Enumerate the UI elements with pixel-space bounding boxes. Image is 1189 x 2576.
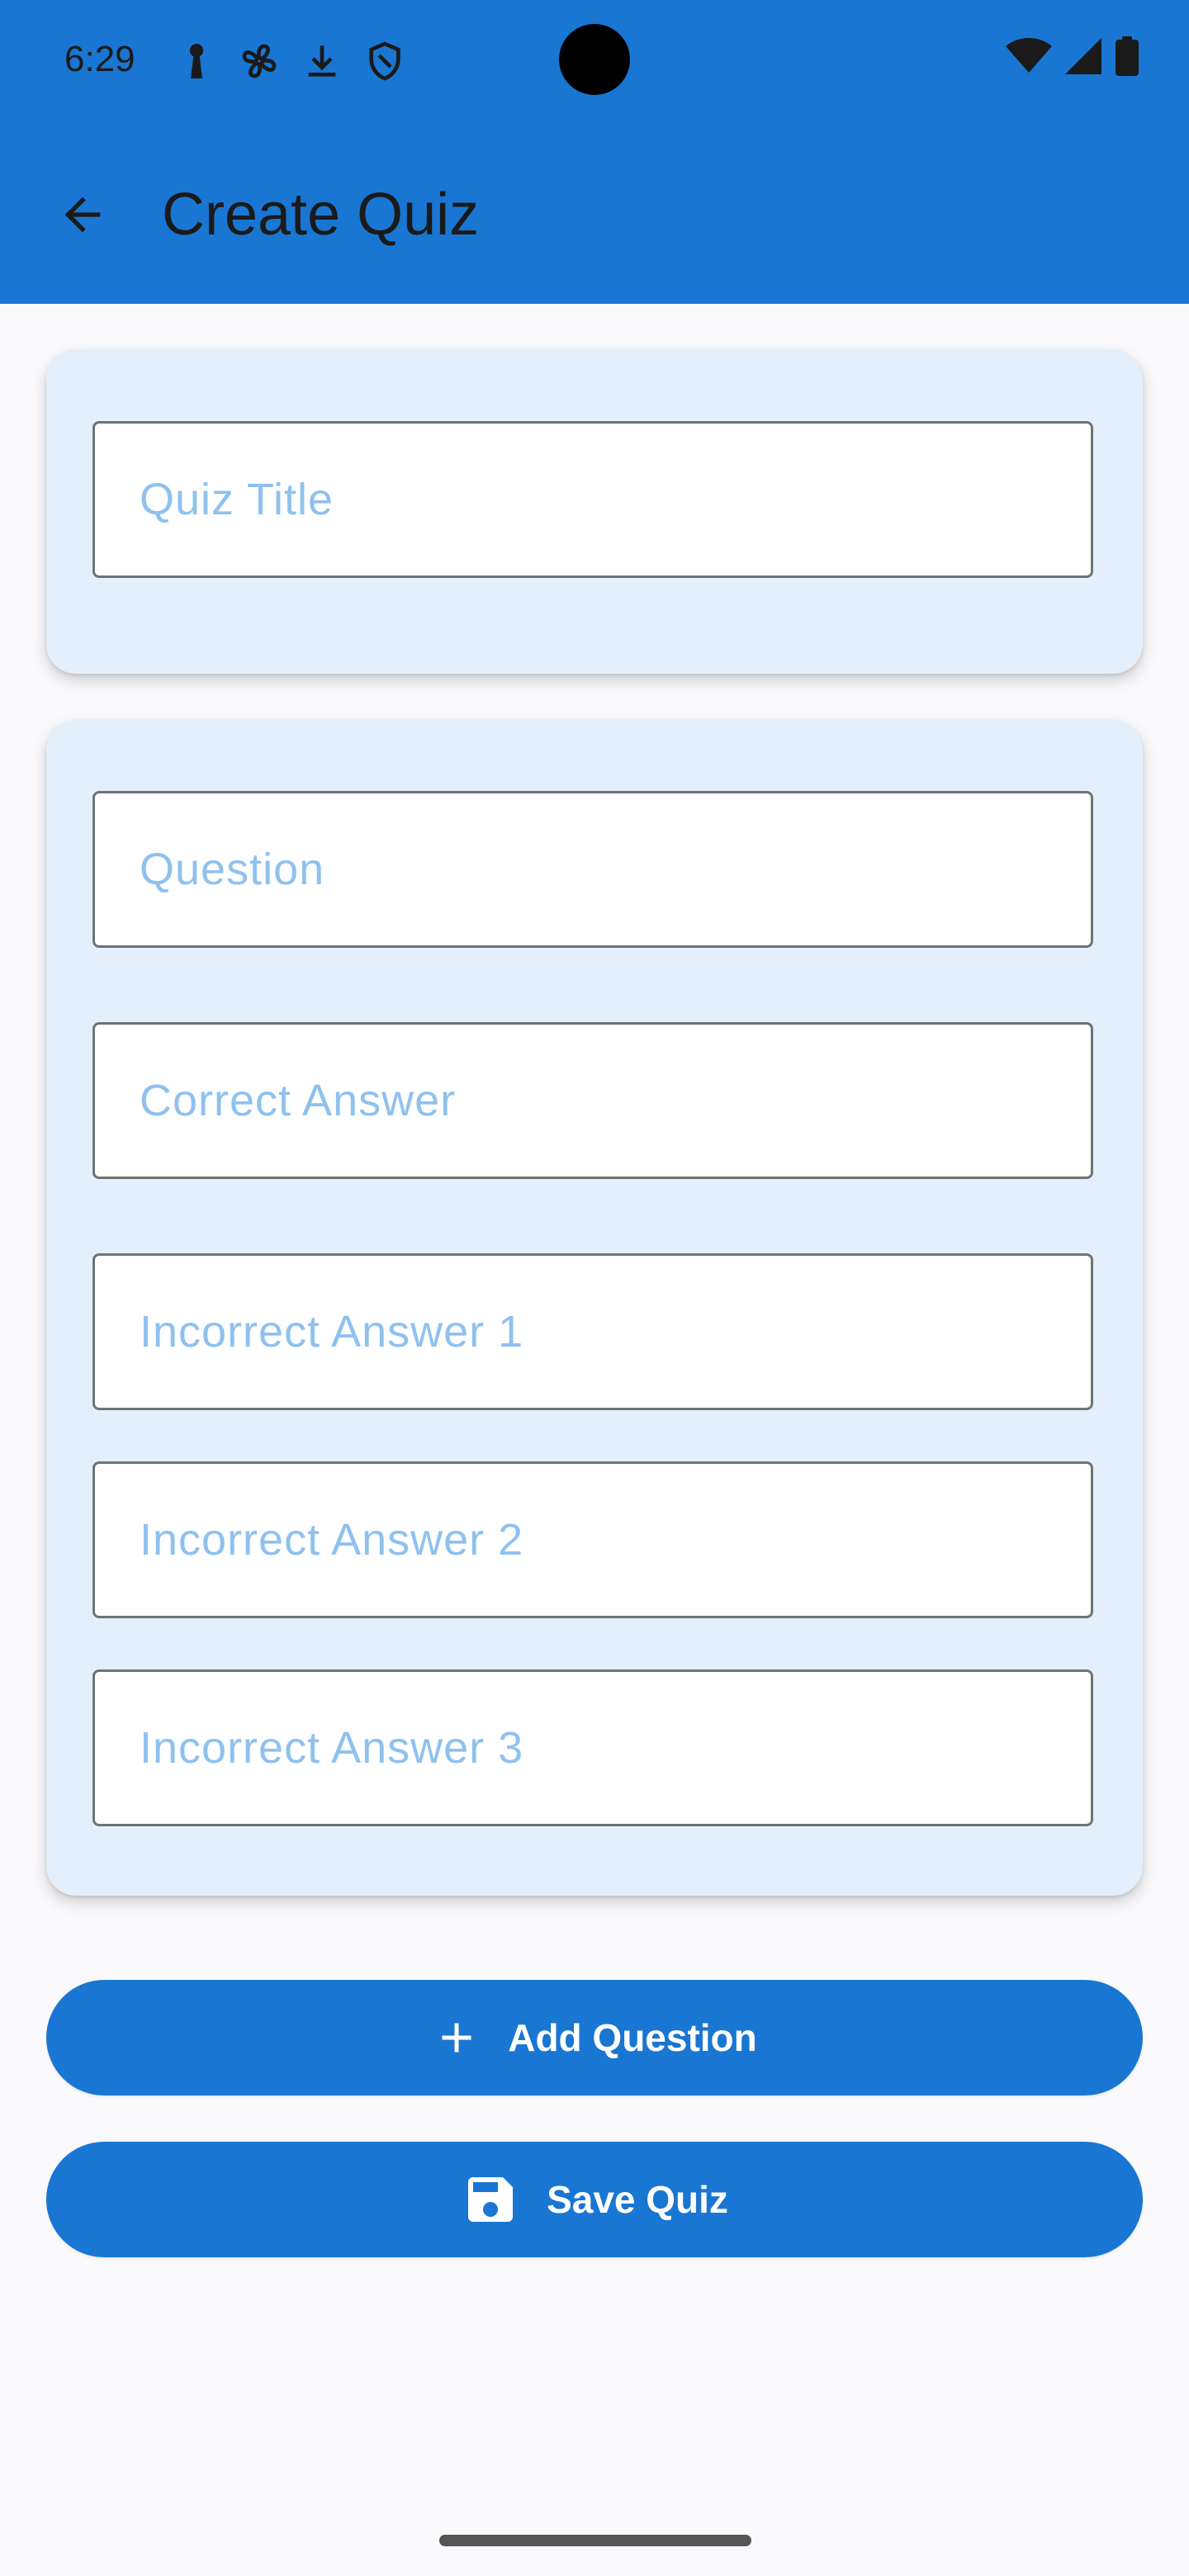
incorrect-answer-3-placeholder: Incorrect Answer 3 [140,1723,524,1773]
page-title: Create Quiz [162,182,480,248]
correct-answer-placeholder: Correct Answer [140,1076,457,1125]
add-question-button[interactable]: Add Question [46,1980,1143,2095]
signal-icon [1063,36,1103,76]
keyhole-icon [173,38,220,84]
incorrect-answer-2-placeholder: Incorrect Answer 2 [140,1515,524,1565]
status-notification-icons [173,38,408,84]
plus-icon [442,2023,471,2053]
front-camera-cutout [559,24,630,95]
incorrect-answer-2-field[interactable]: Incorrect Answer 2 [92,1461,1093,1618]
question-card: Question Correct Answer Incorrect Answer… [46,720,1143,1896]
question-field[interactable]: Question [92,791,1093,948]
download-icon [299,38,345,84]
arrow-back-icon [64,197,101,233]
quiz-title-card: Quiz Title [46,350,1143,674]
correct-answer-field[interactable]: Correct Answer [92,1022,1093,1179]
incorrect-answer-1-placeholder: Incorrect Answer 1 [140,1307,524,1357]
status-time: 6:29 [64,39,135,79]
back-button[interactable] [43,175,122,254]
wifi-icon [1006,36,1052,76]
top-app-bar: 6:29 Create Quiz [0,0,1189,304]
question-placeholder: Question [140,845,325,894]
shield-icon [362,38,408,84]
incorrect-answer-1-field[interactable]: Incorrect Answer 1 [92,1253,1093,1410]
quiz-title-placeholder: Quiz Title [140,475,334,524]
save-quiz-label: Save Quiz [547,2178,728,2221]
battery-icon [1115,36,1139,76]
quiz-title-field[interactable]: Quiz Title [92,421,1093,578]
home-gesture-bar[interactable] [439,2535,751,2546]
create-quiz-screen: 6:29 Create Quiz Quiz Title Question Cor… [0,0,1189,2576]
save-quiz-button[interactable]: Save Quiz [46,2142,1143,2257]
add-question-label: Add Question [508,2016,757,2059]
fan-icon [236,38,282,84]
save-icon [468,2177,514,2222]
incorrect-answer-3-field[interactable]: Incorrect Answer 3 [92,1669,1093,1826]
status-system-icons [1006,36,1139,76]
